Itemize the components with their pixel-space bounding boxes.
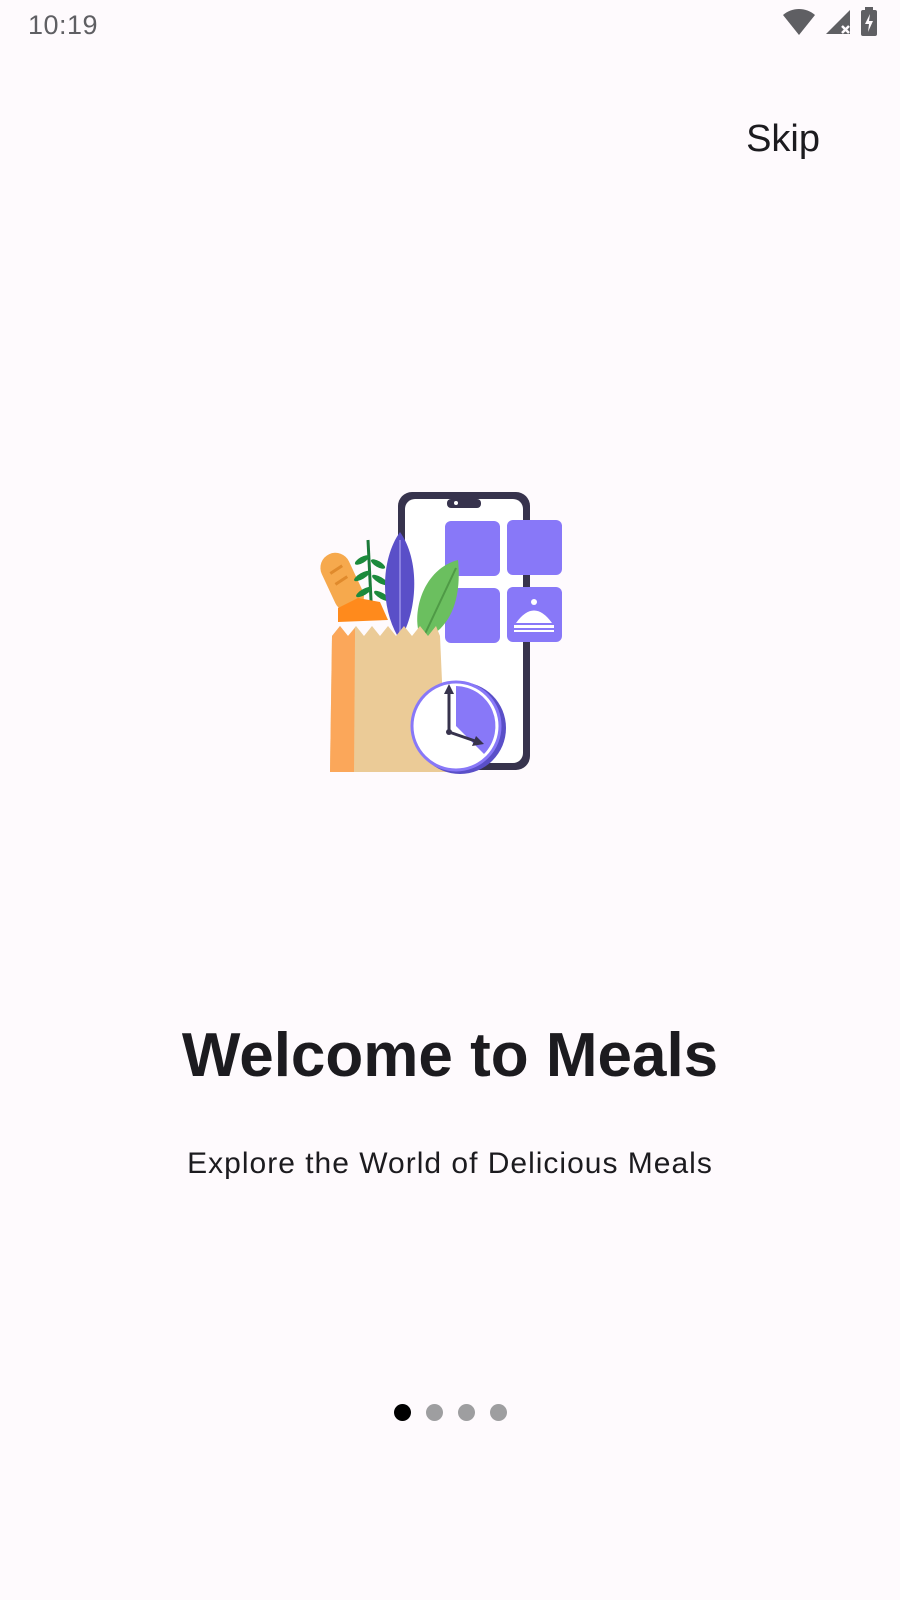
pager-indicator: [0, 1404, 900, 1421]
skip-button[interactable]: Skip: [746, 118, 820, 161]
status-bar: 10:19: [0, 0, 900, 50]
onboarding-illustration: [310, 490, 580, 790]
pager-dot[interactable]: [457, 1404, 475, 1421]
pager-dot[interactable]: [425, 1404, 443, 1421]
status-icons: [782, 6, 878, 42]
grocery-bag-phone-clock-illustration: [320, 492, 562, 774]
wifi-icon: [782, 8, 816, 41]
battery-charging-icon: [860, 6, 878, 42]
status-time: 10:19: [28, 10, 99, 40]
cellular-signal-icon: [824, 8, 852, 41]
page-subtitle: Explore the World of Delicious Meals: [187, 1147, 713, 1180]
page-title: Welcome to Meals: [181, 1021, 719, 1090]
pager-dot[interactable]: [393, 1404, 411, 1421]
pager-dot[interactable]: [489, 1404, 507, 1421]
